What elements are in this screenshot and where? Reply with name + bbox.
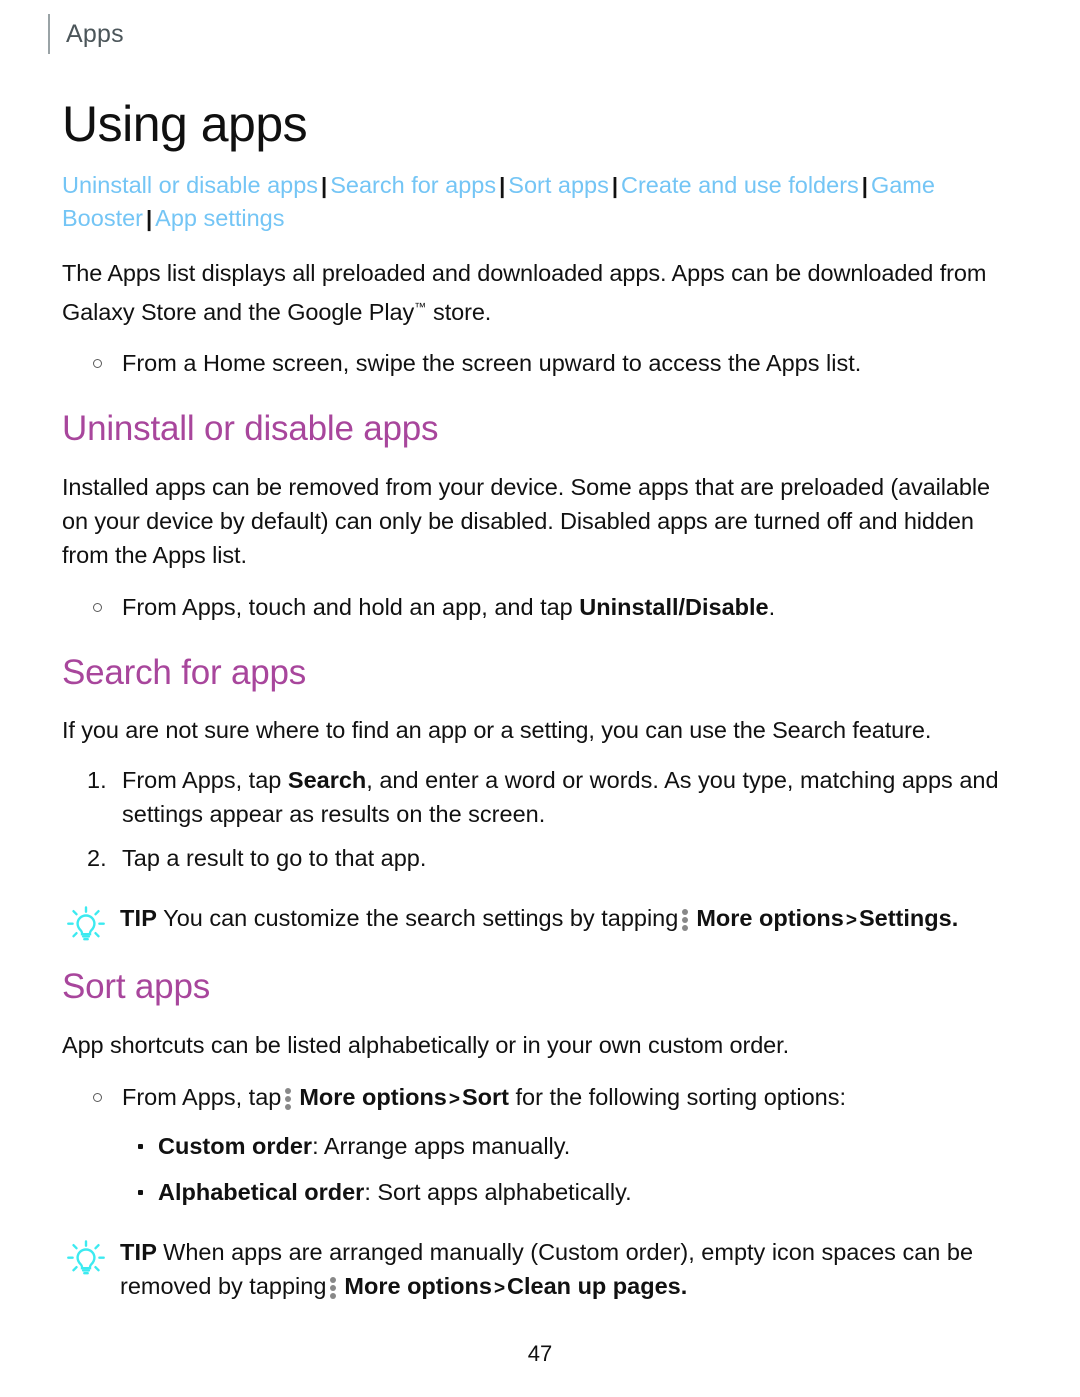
sort-option-desc: : Arrange apps manually.: [312, 1132, 571, 1159]
section-heading-search-for-apps: Search for apps: [62, 652, 307, 692]
sort-bullet-sort-label: Sort: [462, 1083, 509, 1110]
tip-text-a: You can customize the search settings by…: [163, 905, 679, 932]
sort-option-desc: : Sort apps alphabetically.: [364, 1178, 632, 1205]
tip-text-b: .: [951, 905, 959, 932]
intro-bullet-text: From a Home screen, swipe the screen upw…: [122, 350, 862, 377]
sort-options-list: Custom order: Arrange apps manually. Alp…: [62, 1129, 1012, 1209]
uninstall-bullet-list: From Apps, touch and hold an app, and ta…: [62, 590, 1012, 624]
section-heading-uninstall-or-disable-apps: Uninstall or disable apps: [62, 409, 439, 449]
list-item: Tap a result to go to that app.: [62, 841, 1012, 875]
intro-paragraph-text-a: The Apps list displays all preloaded and…: [62, 259, 987, 325]
nav-link-create-and-use-folders[interactable]: Create and use folders: [621, 172, 859, 198]
lightbulb-icon: [62, 902, 110, 950]
trademark-symbol: ™: [414, 299, 427, 314]
intro-paragraph-text-b: store.: [426, 298, 492, 325]
nav-link-search-for-apps[interactable]: Search for apps: [330, 172, 496, 198]
nav-separator: |: [499, 172, 506, 198]
list-item: From Apps, tap Search, and enter a word …: [62, 763, 1012, 831]
nav-separator: |: [321, 172, 328, 198]
list-item: From a Home screen, swipe the screen upw…: [62, 346, 1012, 380]
tip-callout-sort: TIP When apps are arranged manually (Cust…: [62, 1235, 1012, 1306]
list-item: Alphabetical order: Sort apps alphabetic…: [62, 1175, 1012, 1209]
uninstall-bullet-text-c: .: [768, 593, 776, 620]
section-link-list: Uninstall or disable apps | Search for app…: [62, 169, 1007, 235]
search-steps-list: From Apps, tap Search, and enter a word …: [62, 763, 1012, 875]
sort-bullet-text-a: From Apps, tap: [122, 1083, 282, 1110]
list-item: From Apps, touch and hold an app, and ta…: [62, 590, 1012, 624]
page-number: 47: [527, 1341, 553, 1366]
sort-bullet-more-options: More options: [299, 1083, 447, 1110]
nav-separator: |: [861, 172, 868, 198]
sort-bullet-text-b: for the following sorting options:: [509, 1083, 847, 1110]
tip-target-label: Settings: [858, 905, 952, 932]
search-step1-bold: Search: [287, 767, 367, 794]
intro-paragraph: The Apps list displays all preloaded and…: [62, 256, 1007, 329]
search-body-paragraph: If you are not sure where to find an app…: [62, 717, 932, 744]
more-options-vertical-dots-icon[interactable]: [330, 1276, 337, 1299]
tip-label: TIP: [120, 905, 158, 932]
tip-label: TIP: [120, 1238, 158, 1265]
sort-bullet-list: From Apps, tap More options >Sort for the …: [62, 1080, 1012, 1117]
search-step2-text: Tap a result to go to that app.: [122, 845, 427, 872]
page-content: Using apps Uninstall or disable apps | Sea…: [62, 0, 1012, 1306]
uninstall-bullet-text-a: From Apps, touch and hold an app, and ta…: [122, 593, 580, 620]
tip-more-options-label: More options: [696, 905, 844, 932]
nav-link-uninstall-or-disable-apps[interactable]: Uninstall or disable apps: [62, 172, 318, 198]
tip-target-label: Clean up pages: [507, 1272, 681, 1299]
uninstall-bullet-bold: Uninstall/Disable: [579, 593, 769, 620]
page-title: Using apps: [62, 96, 308, 152]
nav-link-sort-apps[interactable]: Sort apps: [508, 172, 609, 198]
uninstall-body-paragraph: Installed apps can be removed from your …: [62, 473, 990, 568]
lightbulb-icon: [62, 1236, 110, 1284]
sort-option-name: Custom order: [158, 1132, 313, 1159]
more-options-vertical-dots-icon[interactable]: [285, 1087, 292, 1110]
tip-callout-search: TIP You can customize the search settings…: [62, 901, 1012, 941]
sort-body-paragraph: App shortcuts can be listed alphabetical…: [62, 1031, 790, 1058]
nav-separator: |: [146, 205, 153, 231]
list-item: From Apps, tap More options >Sort for the …: [62, 1080, 1012, 1117]
sort-option-name: Alphabetical order: [158, 1178, 365, 1205]
nav-separator: |: [611, 172, 619, 198]
more-options-vertical-dots-icon[interactable]: [682, 908, 689, 932]
header-divider-rule: [48, 14, 50, 54]
tip-more-options-label: More options: [344, 1272, 492, 1299]
sort-bullet-caret: >: [448, 1088, 460, 1110]
tip-caret: >: [493, 1277, 506, 1299]
search-step1-text-a: From Apps, tap: [122, 767, 288, 794]
tip-caret: >: [845, 910, 857, 932]
list-item: Custom order: Arrange apps manually.: [62, 1129, 1012, 1163]
tip-text-b: .: [680, 1272, 688, 1299]
document-page: Apps Using apps Uninstall or disable app…: [0, 0, 1080, 1397]
intro-bullet-list: From a Home screen, swipe the screen upw…: [62, 346, 1012, 380]
nav-link-app-settings[interactable]: App settings: [155, 205, 284, 231]
section-heading-sort-apps: Sort apps: [62, 967, 211, 1007]
